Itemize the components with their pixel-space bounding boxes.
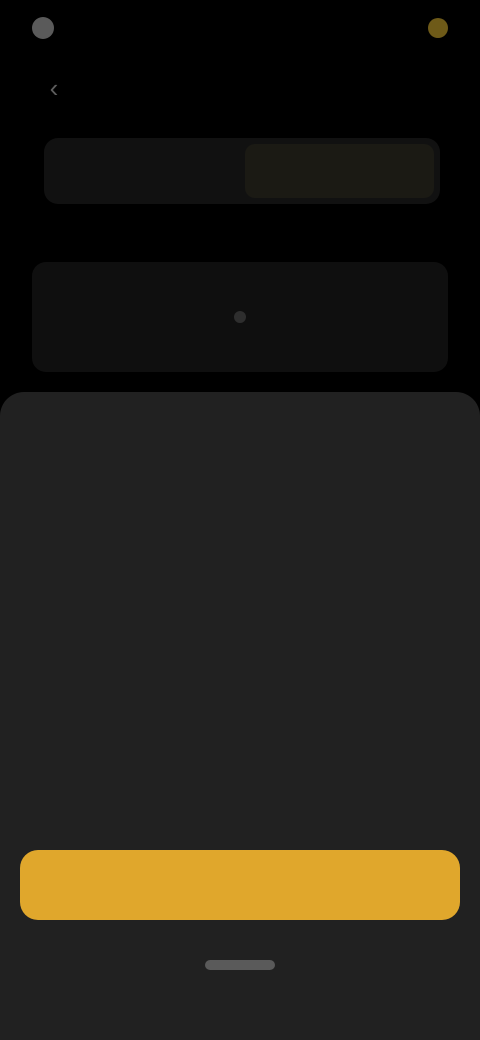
home-indicator[interactable] bbox=[205, 960, 275, 970]
card-indicator-icon bbox=[234, 311, 246, 323]
sheet-body bbox=[36, 462, 444, 822]
chevron-left-icon: ‹ bbox=[49, 72, 59, 103]
content-card[interactable] bbox=[32, 262, 448, 372]
bottom-sheet bbox=[0, 392, 480, 1040]
segment-option-1[interactable] bbox=[50, 144, 239, 198]
nav-bar: ‹ bbox=[0, 56, 480, 120]
status-left bbox=[32, 17, 66, 39]
segment-option-2[interactable] bbox=[245, 144, 434, 198]
status-bar bbox=[0, 0, 480, 56]
notification-dot-icon bbox=[428, 18, 448, 38]
back-button[interactable]: ‹ bbox=[24, 68, 84, 108]
app-glyph-icon bbox=[32, 17, 54, 39]
primary-button[interactable] bbox=[20, 850, 460, 920]
segmented-control bbox=[44, 138, 440, 204]
